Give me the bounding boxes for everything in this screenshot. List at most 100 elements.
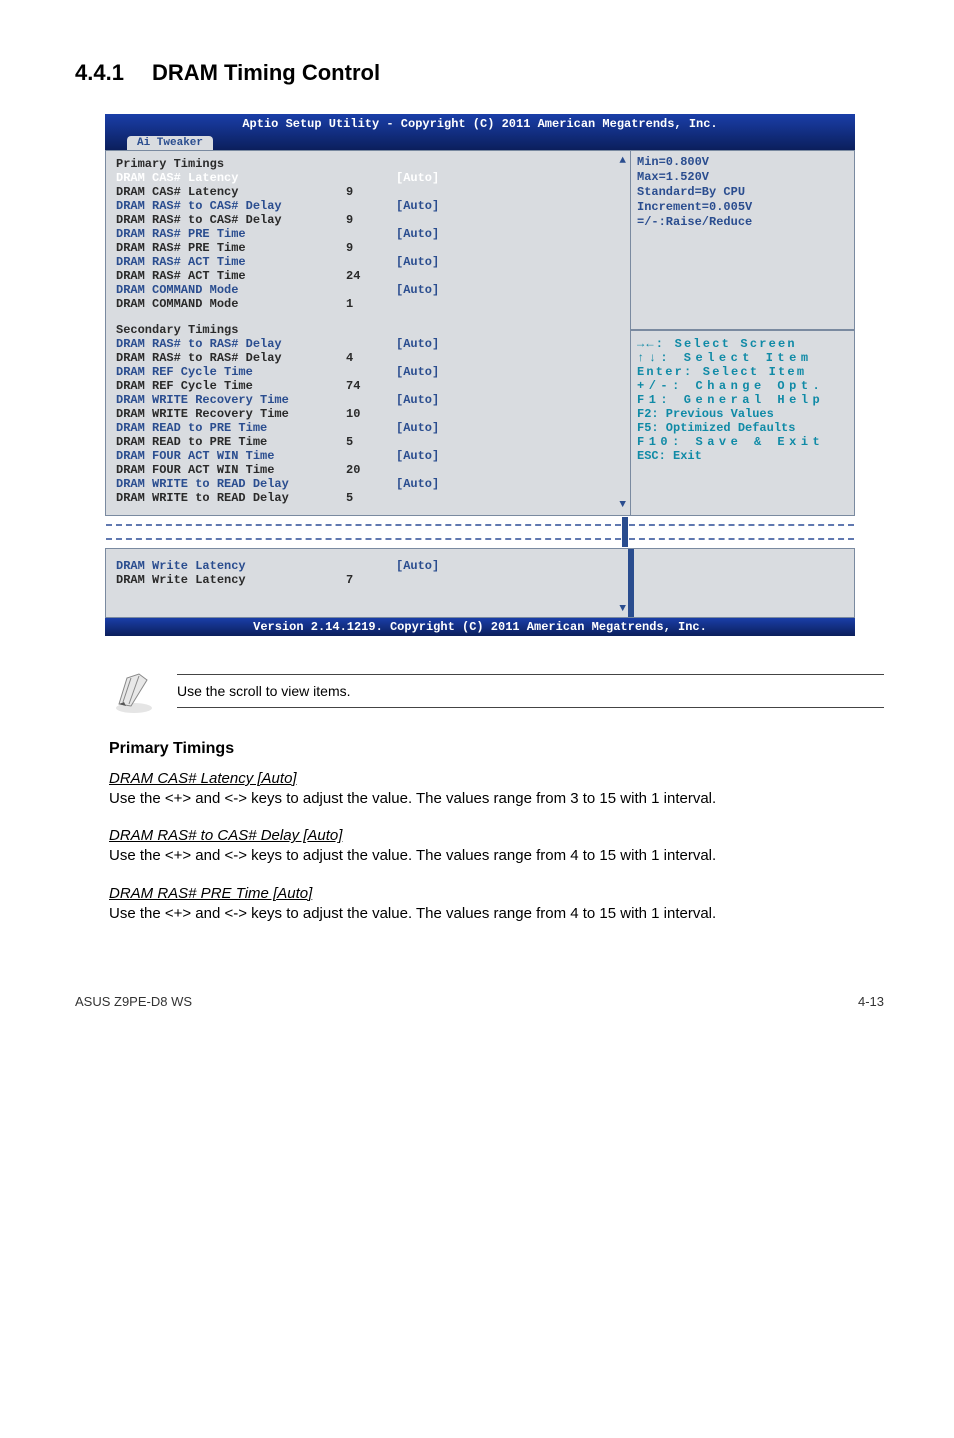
secondary-timing-option[interactable]: [Auto] xyxy=(396,421,476,435)
primary-timing-label: DRAM RAS# to CAS# Delay xyxy=(116,199,346,213)
primary-timing-row[interactable]: DRAM CAS# Latency[Auto] xyxy=(116,171,620,185)
secondary-timing-option[interactable]: [Auto] xyxy=(396,337,476,351)
extra-timing-option[interactable]: [Auto] xyxy=(396,559,476,573)
secondary-timing-row: DRAM FOUR ACT WIN Time20 xyxy=(116,463,620,477)
secondary-timing-row[interactable]: DRAM RAS# to RAS# Delay[Auto] xyxy=(116,337,620,351)
secondary-timing-value: 74 xyxy=(346,379,396,393)
extra-timing-row: DRAM Write Latency7 xyxy=(116,573,620,587)
bios-help-line: ↑↓: Select Item xyxy=(637,351,848,365)
secondary-timing-label: DRAM WRITE to READ Delay xyxy=(116,477,346,491)
primary-timing-label: DRAM RAS# PRE Time xyxy=(116,227,346,241)
setting-description: Use the <+> and <-> keys to adjust the v… xyxy=(109,789,874,809)
secondary-timing-value: 5 xyxy=(346,435,396,449)
bios-help-line: →←: Select Screen xyxy=(637,337,848,351)
secondary-timing-label: DRAM FOUR ACT WIN Time xyxy=(116,449,346,463)
primary-timing-row[interactable]: DRAM RAS# ACT Time [Auto] xyxy=(116,255,620,269)
bios-header-text: Aptio Setup Utility - Copyright (C) 2011… xyxy=(113,116,847,131)
secondary-timing-row[interactable]: DRAM FOUR ACT WIN Time [Auto] xyxy=(116,449,620,463)
bios-info-line: Increment=0.005V xyxy=(637,200,848,215)
primary-timing-row: DRAM RAS# to CAS# Delay9 xyxy=(116,213,620,227)
bios-help-line: F2: Previous Values xyxy=(637,407,848,421)
scroll-down-icon-2[interactable]: ▼ xyxy=(619,603,626,615)
secondary-timing-row[interactable]: DRAM WRITE Recovery Time [Auto] xyxy=(116,393,620,407)
setting-description: Use the <+> and <-> keys to adjust the v… xyxy=(109,846,874,866)
primary-timing-row[interactable]: DRAM RAS# to CAS# Delay [Auto] xyxy=(116,199,620,213)
primary-timings-body-heading: Primary Timings xyxy=(109,740,874,758)
page-footer: ASUS Z9PE-D8 WS 4-13 xyxy=(75,994,884,1009)
secondary-timing-value: 4 xyxy=(346,351,396,365)
secondary-timing-label: DRAM WRITE Recovery Time xyxy=(116,407,346,421)
bios-help-box: →←: Select Screen↑↓: Select ItemEnter: S… xyxy=(630,330,855,516)
secondary-timing-label: DRAM FOUR ACT WIN Time xyxy=(116,463,346,477)
primary-timing-value: 9 xyxy=(346,185,396,199)
scroll-down-icon[interactable]: ▼ xyxy=(619,499,626,511)
note-block: Use the scroll to view items. xyxy=(109,666,884,716)
bios-header-bar: Aptio Setup Utility - Copyright (C) 2011… xyxy=(105,114,855,150)
footer-right: 4-13 xyxy=(858,994,884,1009)
extra-timing-label: DRAM Write Latency xyxy=(116,573,346,587)
bios-help-line: +/-: Change Opt. xyxy=(637,379,848,393)
section-heading: 4.4.1 DRAM Timing Control xyxy=(75,60,884,86)
note-text: Use the scroll to view items. xyxy=(177,683,351,699)
bios-footer-bar: Version 2.14.1219. Copyright (C) 2011 Am… xyxy=(105,618,855,636)
secondary-timing-label: DRAM REF Cycle Time xyxy=(116,365,346,379)
secondary-timing-label: DRAM RAS# to RAS# Delay xyxy=(116,351,346,365)
bios-tab-row: Ai Tweaker xyxy=(127,136,213,150)
secondary-timing-row[interactable]: DRAM WRITE to READ Delay [Auto] xyxy=(116,477,620,491)
bios-help-line: F10: Save & Exit xyxy=(637,435,848,449)
setting-description: Use the <+> and <-> keys to adjust the v… xyxy=(109,904,874,924)
primary-timing-label: DRAM RAS# PRE Time xyxy=(116,241,346,255)
bios-help-line: Enter: Select Item xyxy=(637,365,848,379)
primary-timing-value: 9 xyxy=(346,241,396,255)
primary-timing-option[interactable]: [Auto] xyxy=(396,227,476,241)
primary-timing-row: DRAM RAS# ACT Time24 xyxy=(116,269,620,283)
primary-timing-option[interactable]: [Auto] xyxy=(396,283,476,297)
primary-timing-label: DRAM COMMAND Mode xyxy=(116,283,346,297)
primary-timing-row: DRAM COMMAND Mode1 xyxy=(116,297,620,311)
secondary-timing-option[interactable]: [Auto] xyxy=(396,393,476,407)
secondary-timing-row: DRAM WRITE Recovery Time10 xyxy=(116,407,620,421)
secondary-timing-option[interactable]: [Auto] xyxy=(396,449,476,463)
bios-tab-ai-tweaker[interactable]: Ai Tweaker xyxy=(127,136,213,150)
page-tear-bottom xyxy=(105,530,855,548)
extra-timing-label: DRAM Write Latency xyxy=(116,559,346,573)
bios-help-line: F1: General Help xyxy=(637,393,848,407)
bios-lower-panel: DRAM Write Latency[Auto]DRAM Write Laten… xyxy=(105,548,630,618)
bios-help-line: ESC: Exit xyxy=(637,449,848,463)
secondary-timings-heading: Secondary Timings xyxy=(116,323,346,337)
primary-timing-label: DRAM RAS# ACT Time xyxy=(116,255,346,269)
primary-timing-value: 24 xyxy=(346,269,396,283)
secondary-timing-label: DRAM READ to PRE Time xyxy=(116,421,346,435)
secondary-timing-row: DRAM READ to PRE Time5 xyxy=(116,435,620,449)
body-content: Primary Timings DRAM CAS# Latency [Auto]… xyxy=(109,740,874,924)
primary-timing-option[interactable]: [Auto] xyxy=(396,255,476,269)
primary-timing-value: 9 xyxy=(346,213,396,227)
primary-timing-option[interactable]: [Auto] xyxy=(396,171,476,185)
secondary-timing-label: DRAM WRITE Recovery Time xyxy=(116,393,346,407)
primary-timing-label: DRAM COMMAND Mode xyxy=(116,297,346,311)
secondary-timing-row: DRAM RAS# to RAS# Delay4 xyxy=(116,351,620,365)
secondary-timing-row[interactable]: DRAM REF Cycle Time [Auto] xyxy=(116,365,620,379)
primary-timing-row[interactable]: DRAM RAS# PRE Time [Auto] xyxy=(116,227,620,241)
secondary-timing-option[interactable]: [Auto] xyxy=(396,477,476,491)
bios-info-box: Min=0.800VMax=1.520VStandard=By CPUIncre… xyxy=(630,150,855,330)
bios-main-panel: ▲ Primary Timings DRAM CAS# Latency[Auto… xyxy=(105,150,630,516)
secondary-timing-row[interactable]: DRAM READ to PRE Time [Auto] xyxy=(116,421,620,435)
bios-info-line: Max=1.520V xyxy=(637,170,848,185)
secondary-timing-row: DRAM REF Cycle Time74 xyxy=(116,379,620,393)
setting-title: DRAM RAS# to CAS# Delay [Auto] xyxy=(109,827,874,844)
secondary-timing-label: DRAM WRITE to READ Delay xyxy=(116,491,346,505)
bios-side-panel: Min=0.800VMax=1.520VStandard=By CPUIncre… xyxy=(630,150,855,516)
extra-timing-row[interactable]: DRAM Write Latency [Auto] xyxy=(116,559,620,573)
scroll-up-icon[interactable]: ▲ xyxy=(619,155,626,167)
primary-timing-option[interactable]: [Auto] xyxy=(396,199,476,213)
primary-timing-label: DRAM CAS# Latency xyxy=(116,185,346,199)
secondary-timing-value: 20 xyxy=(346,463,396,477)
bios-info-line: =/-:Raise/Reduce xyxy=(637,215,848,230)
primary-timing-label: DRAM RAS# ACT Time xyxy=(116,269,346,283)
primary-timing-row: DRAM CAS# Latency9 xyxy=(116,185,620,199)
secondary-timing-row: DRAM WRITE to READ Delay5 xyxy=(116,491,620,505)
primary-timing-row: DRAM RAS# PRE Time9 xyxy=(116,241,620,255)
secondary-timing-option[interactable]: [Auto] xyxy=(396,365,476,379)
primary-timing-row[interactable]: DRAM COMMAND Mode [Auto] xyxy=(116,283,620,297)
